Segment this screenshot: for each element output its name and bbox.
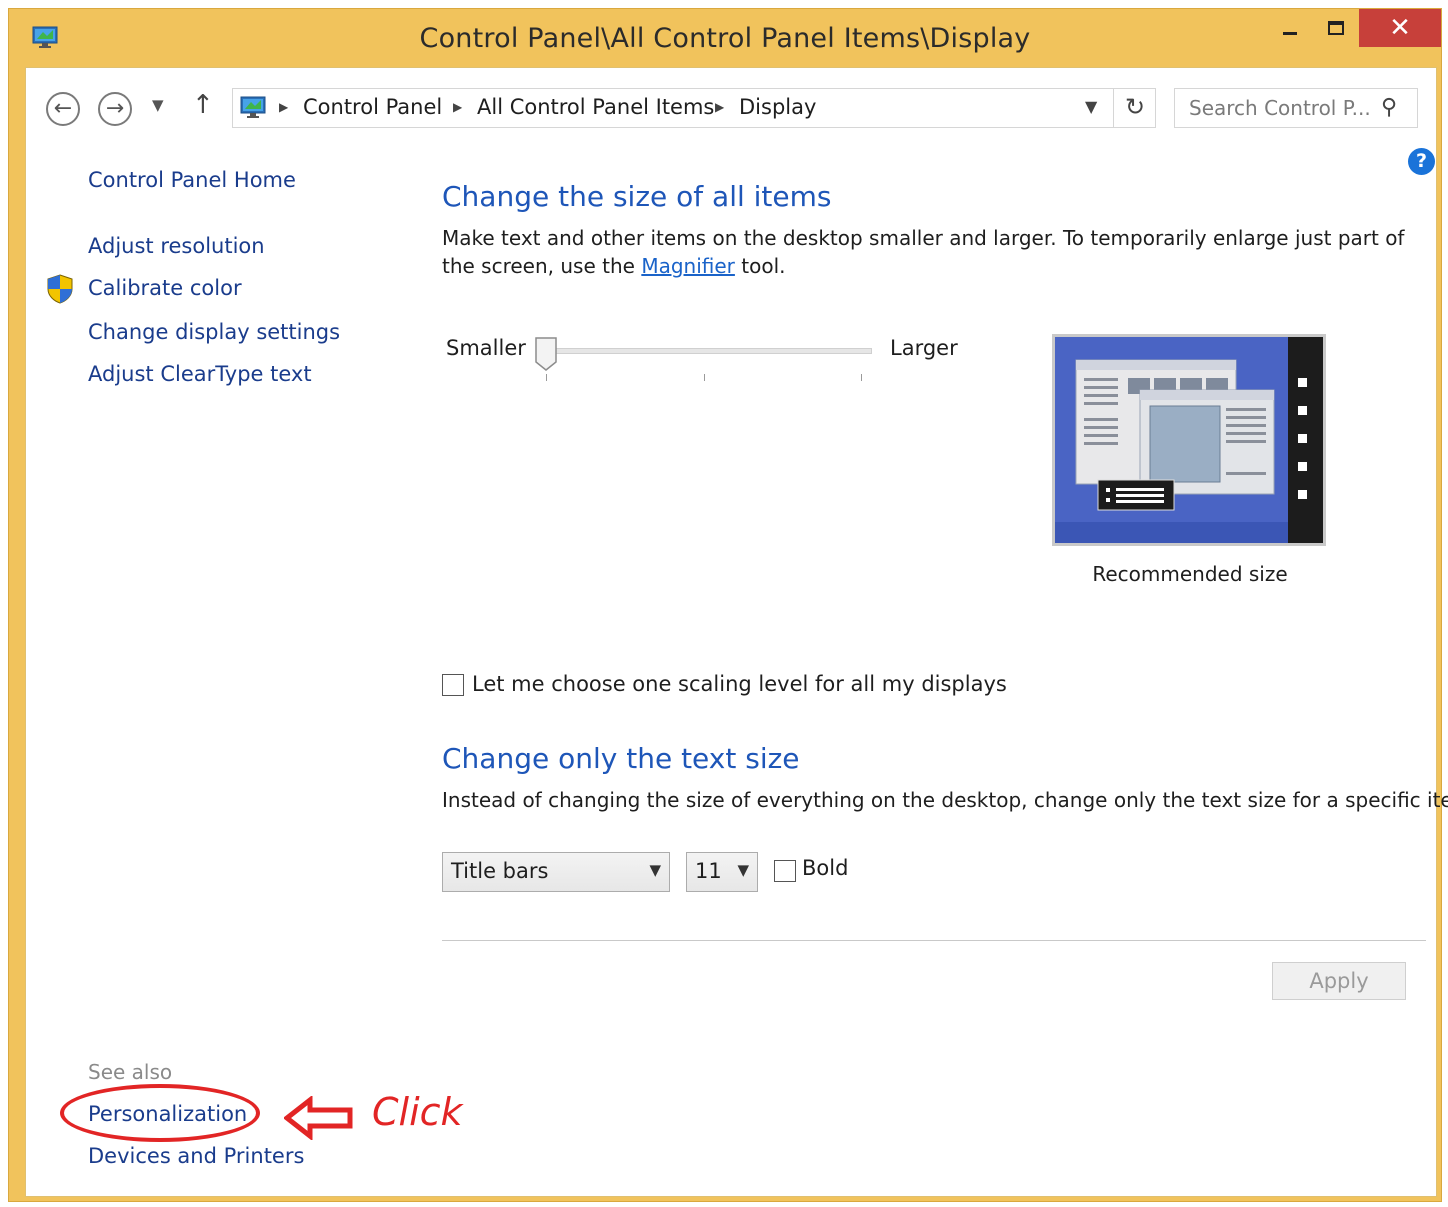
magnifier-link[interactable]: Magnifier [641,254,735,278]
preview-caption: Recommended size [1092,562,1288,586]
adjust-resolution-link[interactable]: Adjust resolution [88,234,265,258]
control-panel-icon [240,96,266,118]
section-divider [442,940,1426,941]
breadcrumb-separator-icon[interactable]: ▶ [453,100,462,114]
bold-checkbox[interactable] [774,860,796,882]
size-dropdown[interactable]: 11 ▼ [686,852,758,892]
control-panel-home-link[interactable]: Control Panel Home [88,168,296,192]
slider-max-label: Larger [890,336,958,360]
apply-button[interactable]: Apply [1272,962,1406,1000]
forward-button[interactable]: → [98,92,132,126]
item-dropdown-value: Title bars [451,859,549,883]
address-bar[interactable]: ▶ Control Panel ▶ All Control Panel Item… [232,88,1156,128]
maximize-icon [1328,21,1344,35]
help-icon[interactable]: ? [1408,148,1435,175]
text-section-heading: Change only the text size [442,742,800,775]
chevron-down-icon: ▼ [649,861,661,879]
slider-tick [546,374,547,381]
chevron-down-icon: ▼ [152,96,164,114]
up-button[interactable]: ↑ [192,90,214,120]
breadcrumb-control-panel[interactable]: Control Panel [303,95,442,119]
breadcrumb-display[interactable]: Display [739,95,816,119]
recent-locations-button[interactable]: ▼ [152,96,164,114]
chevron-down-icon: ▼ [737,861,749,879]
scaling-checkbox[interactable] [442,674,464,696]
breadcrumb-separator-icon[interactable]: ▶ [715,100,724,114]
address-dropdown-icon[interactable]: ▼ [1085,97,1097,116]
size-slider-track[interactable] [542,348,872,354]
text-section-description: Instead of changing the size of everythi… [442,788,1448,812]
arrow-left-annotation-icon [284,1096,353,1140]
slider-tick [861,374,862,381]
annotation-click-text: Click [372,1090,463,1134]
arrow-left-icon: ← [53,96,73,121]
calibrate-color-link[interactable]: Calibrate color [88,276,242,300]
minimize-icon [1283,31,1297,35]
shield-icon [47,274,73,304]
size-desc-text: Make text and other items on the desktop… [442,226,1405,278]
back-button[interactable]: ← [46,92,80,126]
size-dropdown-value: 11 [695,859,722,883]
arrow-up-icon: ↑ [192,90,214,120]
window-title: Control Panel\All Control Panel Items\Di… [419,23,1031,54]
slider-tick [704,374,705,381]
minimize-button[interactable] [1267,9,1313,47]
breadcrumb-separator-icon[interactable]: ▶ [279,100,288,114]
close-icon: ✕ [1389,13,1411,43]
slider-min-label: Smaller [446,336,526,360]
content-area: ← → ▼ ↑ ▶ Control Panel ▶ All Control Pa… [25,67,1448,1197]
search-icon[interactable]: ⚲ [1381,95,1397,120]
item-dropdown[interactable]: Title bars ▼ [442,852,670,892]
change-display-settings-link[interactable]: Change display settings [88,320,340,344]
annotation-ellipse [60,1084,260,1142]
adjust-cleartype-link[interactable]: Adjust ClearType text [88,362,312,386]
search-input[interactable] [1175,89,1379,127]
close-button[interactable]: ✕ [1359,9,1441,47]
bold-checkbox-label[interactable]: Bold [802,856,848,880]
size-slider-thumb[interactable] [534,336,558,372]
devices-and-printers-link[interactable]: Devices and Printers [88,1144,304,1168]
address-divider [1113,89,1114,127]
size-desc-tail: tool. [734,254,786,278]
size-section-description: Make text and other items on the desktop… [442,224,1412,280]
maximize-button[interactable] [1313,9,1359,47]
display-window: Control Panel\All Control Panel Items\Di… [8,8,1448,1202]
scaling-checkbox-label[interactable]: Let me choose one scaling level for all … [472,672,1007,696]
refresh-icon[interactable]: ↻ [1125,93,1145,121]
see-also-label: See also [88,1060,173,1084]
size-section-heading: Change the size of all items [442,180,832,213]
search-box[interactable]: ⚲ [1174,88,1418,128]
arrow-right-icon: → [105,96,125,121]
breadcrumb-all-items[interactable]: All Control Panel Items [477,95,714,119]
title-bar[interactable]: Control Panel\All Control Panel Items\Di… [9,9,1441,67]
display-preview-image [1052,334,1326,546]
